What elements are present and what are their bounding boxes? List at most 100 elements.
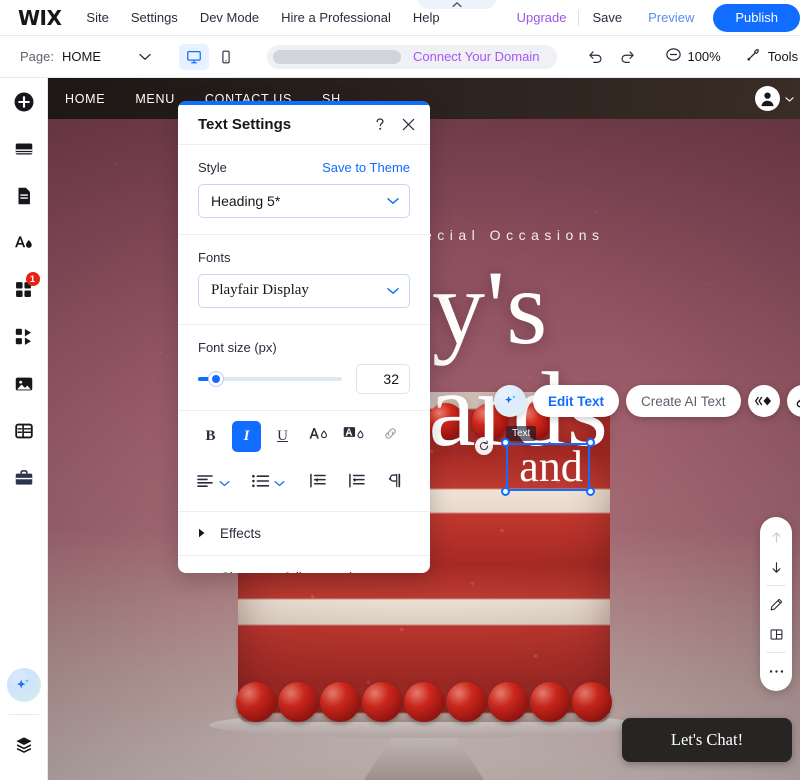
panel-header: Text Settings bbox=[178, 105, 430, 145]
fonts-section: Fonts Playfair Display bbox=[178, 235, 430, 325]
resize-handle-top-left[interactable] bbox=[501, 438, 510, 447]
section-icon bbox=[15, 143, 32, 154]
layout-button[interactable] bbox=[760, 619, 792, 649]
sidebar-item-integrations[interactable] bbox=[0, 313, 48, 360]
sidebar-item-layers[interactable] bbox=[0, 721, 48, 768]
domain-area: Connect Your Domain bbox=[255, 44, 569, 69]
panel-header-actions bbox=[372, 116, 416, 132]
font-size-input[interactable]: 32 bbox=[356, 363, 410, 394]
align-left-icon bbox=[196, 473, 216, 494]
underline-button[interactable]: U bbox=[268, 421, 297, 452]
italic-button[interactable]: I bbox=[232, 420, 261, 452]
top-actions: Upgrade Save Preview Publish bbox=[505, 0, 800, 36]
ai-sparkle-icon[interactable] bbox=[494, 385, 526, 417]
question-mark-icon[interactable] bbox=[372, 116, 388, 132]
account-area[interactable] bbox=[755, 86, 800, 111]
sidebar-item-add-section[interactable] bbox=[0, 125, 48, 172]
chevron-up-icon bbox=[452, 1, 462, 8]
resize-handle-bottom-left[interactable] bbox=[501, 487, 510, 496]
character-line-spacing-accordion[interactable]: Character & line spacing bbox=[178, 556, 430, 573]
account-chevron-icon bbox=[785, 90, 794, 108]
underline-glyph: U bbox=[277, 427, 288, 444]
save-to-theme-link[interactable]: Save to Theme bbox=[322, 160, 410, 175]
selected-text-element[interactable]: Text and bbox=[475, 426, 595, 496]
edit-text-button[interactable]: Edit Text bbox=[533, 385, 620, 417]
outdent-icon bbox=[308, 473, 327, 493]
site-nav-menu[interactable]: MENU bbox=[135, 92, 175, 106]
text-color-button[interactable] bbox=[304, 421, 333, 452]
wix-logo[interactable]: WIX bbox=[0, 8, 75, 28]
apps-notification-badge: 1 bbox=[25, 272, 40, 286]
style-section-header: Style Save to Theme bbox=[198, 160, 410, 175]
puzzle-icon bbox=[15, 328, 32, 345]
bold-button[interactable]: B bbox=[196, 421, 225, 452]
font-family-select[interactable]: Playfair Display bbox=[198, 273, 410, 308]
device-switcher bbox=[165, 43, 255, 70]
link-icon[interactable] bbox=[786, 385, 800, 417]
chat-widget-button[interactable]: Let's Chat! bbox=[622, 718, 792, 762]
publish-button[interactable]: Publish bbox=[713, 3, 800, 32]
site-nav-home[interactable]: HOME bbox=[65, 92, 105, 106]
edit-section-button[interactable] bbox=[760, 589, 792, 619]
style-select[interactable]: Heading 5* bbox=[198, 183, 410, 218]
preview-button[interactable]: Preview bbox=[635, 10, 707, 25]
sidebar-item-pages[interactable] bbox=[0, 172, 48, 219]
sidebar-item-ai-assistant[interactable] bbox=[6, 668, 41, 702]
outdent-button[interactable] bbox=[308, 468, 328, 499]
topnav-settings[interactable]: Settings bbox=[120, 0, 189, 36]
style-label: Style bbox=[198, 159, 227, 175]
save-button[interactable]: Save bbox=[579, 10, 635, 25]
indent-button[interactable] bbox=[347, 468, 367, 499]
upgrade-button[interactable]: Upgrade bbox=[505, 10, 579, 25]
selection-outline bbox=[506, 443, 590, 491]
text-direction-button[interactable] bbox=[385, 468, 405, 499]
chevron-down-icon[interactable] bbox=[101, 53, 165, 61]
sidebar-item-business-tools[interactable] bbox=[0, 454, 48, 501]
font-size-label: Font size (px) bbox=[198, 339, 277, 355]
sidebar-item-media[interactable] bbox=[0, 360, 48, 407]
page-selector[interactable]: Page: HOME bbox=[0, 36, 165, 78]
desktop-view-button[interactable] bbox=[178, 43, 209, 70]
domain-pill[interactable]: Connect Your Domain bbox=[266, 44, 558, 69]
undo-button[interactable] bbox=[581, 43, 609, 71]
sidebar-item-site-design[interactable] bbox=[0, 219, 48, 266]
zoom-control[interactable]: 100% bbox=[653, 46, 732, 68]
tools-button[interactable]: Tools bbox=[733, 46, 800, 68]
sidebar-item-apps[interactable]: 1 bbox=[0, 266, 48, 313]
chat-widget-label: Let's Chat! bbox=[670, 730, 744, 749]
topnav-site[interactable]: Site bbox=[75, 0, 119, 36]
theme-droplet-icon bbox=[15, 236, 32, 248]
text-align-button[interactable] bbox=[196, 473, 230, 494]
font-size-slider[interactable] bbox=[198, 371, 342, 387]
effects-accordion[interactable]: Effects bbox=[178, 512, 430, 556]
triangle-right-icon bbox=[198, 572, 206, 573]
more-actions-button[interactable] bbox=[760, 656, 792, 686]
connect-domain-link[interactable]: Connect Your Domain bbox=[401, 49, 553, 64]
resize-handle-top-right[interactable] bbox=[586, 438, 595, 447]
list-button[interactable] bbox=[251, 473, 285, 494]
fonts-label: Fonts bbox=[198, 249, 231, 265]
move-down-button[interactable] bbox=[760, 552, 792, 582]
close-icon[interactable] bbox=[400, 116, 416, 132]
mobile-view-button[interactable] bbox=[211, 44, 241, 70]
create-ai-text-button[interactable]: Create AI Text bbox=[626, 385, 741, 417]
current-page-name: HOME bbox=[61, 49, 101, 64]
animation-icon[interactable] bbox=[747, 385, 780, 417]
rotate-handle[interactable] bbox=[475, 437, 493, 455]
zoom-out-icon bbox=[665, 46, 682, 68]
sidebar-item-cms[interactable] bbox=[0, 407, 48, 454]
topnav-dev-mode[interactable]: Dev Mode bbox=[189, 0, 270, 36]
slider-thumb[interactable] bbox=[209, 371, 223, 386]
sidebar-item-add-elements[interactable] bbox=[0, 78, 48, 125]
highlight-color-button[interactable] bbox=[340, 421, 369, 452]
text-settings-panel[interactable]: Text Settings Style Save to Theme Headin… bbox=[178, 101, 430, 573]
collapse-toolbar-tab[interactable] bbox=[418, 0, 496, 9]
selection-label: Text bbox=[506, 426, 537, 441]
link-button[interactable] bbox=[376, 421, 405, 452]
move-up-button[interactable] bbox=[760, 522, 792, 552]
triangle-right-icon bbox=[198, 528, 206, 538]
topnav-hire-a-professional[interactable]: Hire a Professional bbox=[270, 0, 402, 36]
redo-button[interactable] bbox=[613, 43, 641, 71]
resize-handle-bottom-right[interactable] bbox=[586, 487, 595, 496]
character-line-spacing-label: Character & line spacing bbox=[220, 570, 367, 573]
